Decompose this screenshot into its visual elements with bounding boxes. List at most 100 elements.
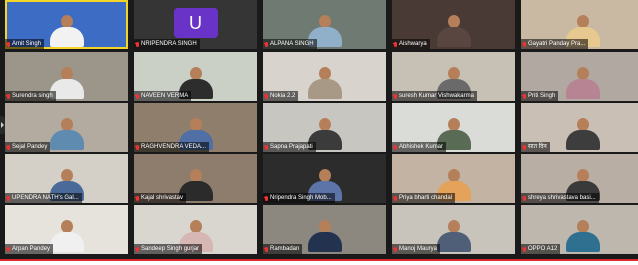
participant-name-label: सात दिन xyxy=(521,142,550,152)
mic-muted-icon xyxy=(7,93,10,99)
participant-name-label: Gayatri Panday Pra... xyxy=(521,39,589,49)
mic-muted-icon xyxy=(136,144,139,150)
participant-tile[interactable]: Surendra singh xyxy=(5,52,128,101)
mic-muted-icon xyxy=(394,93,397,99)
mic-muted-icon xyxy=(136,41,139,47)
participant-name-label: Surendra singh xyxy=(5,91,56,101)
participant-name-label: Manoj Maurya xyxy=(392,244,441,254)
participant-tile[interactable]: Priya bharti chandal xyxy=(392,154,515,203)
participant-name: Gayatri Panday Pra... xyxy=(528,41,586,47)
participant-name: NRIPENDRA SINGH xyxy=(141,41,197,47)
participant-name-label: Sandeep Singh gurjar xyxy=(134,244,203,254)
mic-muted-icon xyxy=(523,41,526,47)
participant-video xyxy=(307,67,342,99)
participant-tile[interactable]: Abhishek Kumar xyxy=(392,103,515,152)
mic-muted-icon xyxy=(7,246,10,252)
participant-name-label: suresh Kumar Vishwakarma xyxy=(392,91,477,101)
mic-muted-icon xyxy=(7,41,10,47)
participant-name-label: Priti Singh xyxy=(521,91,559,101)
participant-name: UPENDRA NATH's Gal... xyxy=(12,195,79,201)
participant-name: Surendra singh xyxy=(12,93,53,99)
participant-name-label: OPPO A12 xyxy=(521,244,561,254)
participant-tile[interactable]: OPPO A12 xyxy=(521,205,638,254)
participant-tile[interactable]: UPENDRA NATH's Gal... xyxy=(5,154,128,203)
participant-tile[interactable]: Gayatri Panday Pra... xyxy=(521,0,638,49)
participant-name: Nripendra Singh Mob... xyxy=(270,195,332,201)
participant-tile[interactable]: RAGHVENDRA VEDA... xyxy=(134,103,257,152)
participant-video xyxy=(565,67,600,99)
mic-muted-icon xyxy=(394,144,397,150)
participant-video xyxy=(49,220,84,252)
participant-name: सात दिन xyxy=(528,144,547,150)
participant-tile[interactable]: Sandeep Singh gurjar xyxy=(134,205,257,254)
participant-name: NAVEEN VERMA xyxy=(141,93,189,99)
participant-name: Nokia 2.2 xyxy=(270,93,296,99)
participant-tile[interactable]: ALPANA SINGH xyxy=(263,0,386,49)
mic-muted-icon xyxy=(136,195,139,201)
mic-muted-icon xyxy=(523,246,526,252)
participant-video xyxy=(307,220,342,252)
video-gallery: Amit Singh U NRIPENDRA SINGH ALPANA SINGH Ai… xyxy=(0,0,638,259)
mic-muted-icon xyxy=(136,93,139,99)
participant-name: Aishwarya xyxy=(399,41,427,47)
participant-name-label: Arpan Pandey xyxy=(5,244,54,254)
participant-name: Rambadan xyxy=(270,246,300,252)
mic-muted-icon xyxy=(136,246,139,252)
mic-muted-icon xyxy=(265,93,268,99)
participant-name-label: shreya shrivastava basi... xyxy=(521,193,599,203)
participant-tile[interactable]: suresh Kumar Vishwakarma xyxy=(392,52,515,101)
participant-name: suresh Kumar Vishwakarma xyxy=(399,93,474,99)
participant-tile[interactable]: shreya shrivastava basi... xyxy=(521,154,638,203)
participant-video xyxy=(49,118,84,150)
mic-muted-icon xyxy=(265,41,268,47)
participant-name: OPPO A12 xyxy=(528,246,558,252)
participant-tile[interactable]: NAVEEN VERMA xyxy=(134,52,257,101)
participant-tile[interactable]: Manoj Maurya xyxy=(392,205,515,254)
participant-tile[interactable]: Aishwarya xyxy=(392,0,515,49)
participant-name-label: NAVEEN VERMA xyxy=(134,91,192,101)
mic-muted-icon xyxy=(265,144,268,150)
participant-name-label: ALPANA SINGH xyxy=(263,39,317,49)
mic-muted-icon xyxy=(523,144,526,150)
bottom-divider xyxy=(0,259,638,265)
mic-muted-icon xyxy=(523,93,526,99)
participant-name: Priti Singh xyxy=(528,93,556,99)
participant-name: Abhishek Kumar xyxy=(399,144,444,150)
participant-video xyxy=(436,220,471,252)
participant-name-label: Priya bharti chandal xyxy=(392,193,456,203)
participant-name: Priya bharti chandal xyxy=(399,195,453,201)
participant-name: Sejal Pandey xyxy=(12,144,48,150)
mic-muted-icon xyxy=(394,195,397,201)
participant-tile[interactable]: Arpan Pandey xyxy=(5,205,128,254)
participant-tile[interactable]: Sejal Pandey xyxy=(5,103,128,152)
mic-muted-icon xyxy=(394,41,397,47)
participant-name: shreya shrivastava basi... xyxy=(528,195,596,201)
mic-muted-icon xyxy=(394,246,397,252)
participant-name: Manoj Maurya xyxy=(399,246,438,252)
participant-tile[interactable]: Sapna Prajapati xyxy=(263,103,386,152)
mic-muted-icon xyxy=(7,195,10,201)
participant-tile[interactable]: U NRIPENDRA SINGH xyxy=(134,0,257,49)
participant-tile[interactable]: Nripendra Singh Mob... xyxy=(263,154,386,203)
participant-name-label: Sejal Pandey xyxy=(5,142,51,152)
mic-muted-icon xyxy=(265,195,268,201)
participant-name-label: NRIPENDRA SINGH xyxy=(134,39,200,49)
participant-name-label: Nokia 2.2 xyxy=(263,91,299,101)
participant-tile[interactable]: Nokia 2.2 xyxy=(263,52,386,101)
participant-tile[interactable]: Priti Singh xyxy=(521,52,638,101)
participant-tile[interactable]: सात दिन xyxy=(521,103,638,152)
participant-tile[interactable]: Amit Singh xyxy=(5,0,128,49)
participant-name: Arpan Pandey xyxy=(12,246,51,252)
participant-name: ALPANA SINGH xyxy=(270,41,314,47)
participant-tile[interactable]: Rambadan xyxy=(263,205,386,254)
participant-video xyxy=(436,15,471,47)
participant-name-label: Sapna Prajapati xyxy=(263,142,316,152)
participant-video xyxy=(565,220,600,252)
participant-name-label: RAGHVENDRA VEDA... xyxy=(134,142,210,152)
participant-name-label: Kajal shrivastav xyxy=(134,193,187,203)
participant-name-label: Nripendra Singh Mob... xyxy=(263,193,335,203)
participant-tile[interactable]: Kajal shrivastav xyxy=(134,154,257,203)
participant-avatar: U xyxy=(173,8,218,38)
participant-name: Sandeep Singh gurjar xyxy=(141,246,200,252)
participant-video xyxy=(49,15,84,47)
